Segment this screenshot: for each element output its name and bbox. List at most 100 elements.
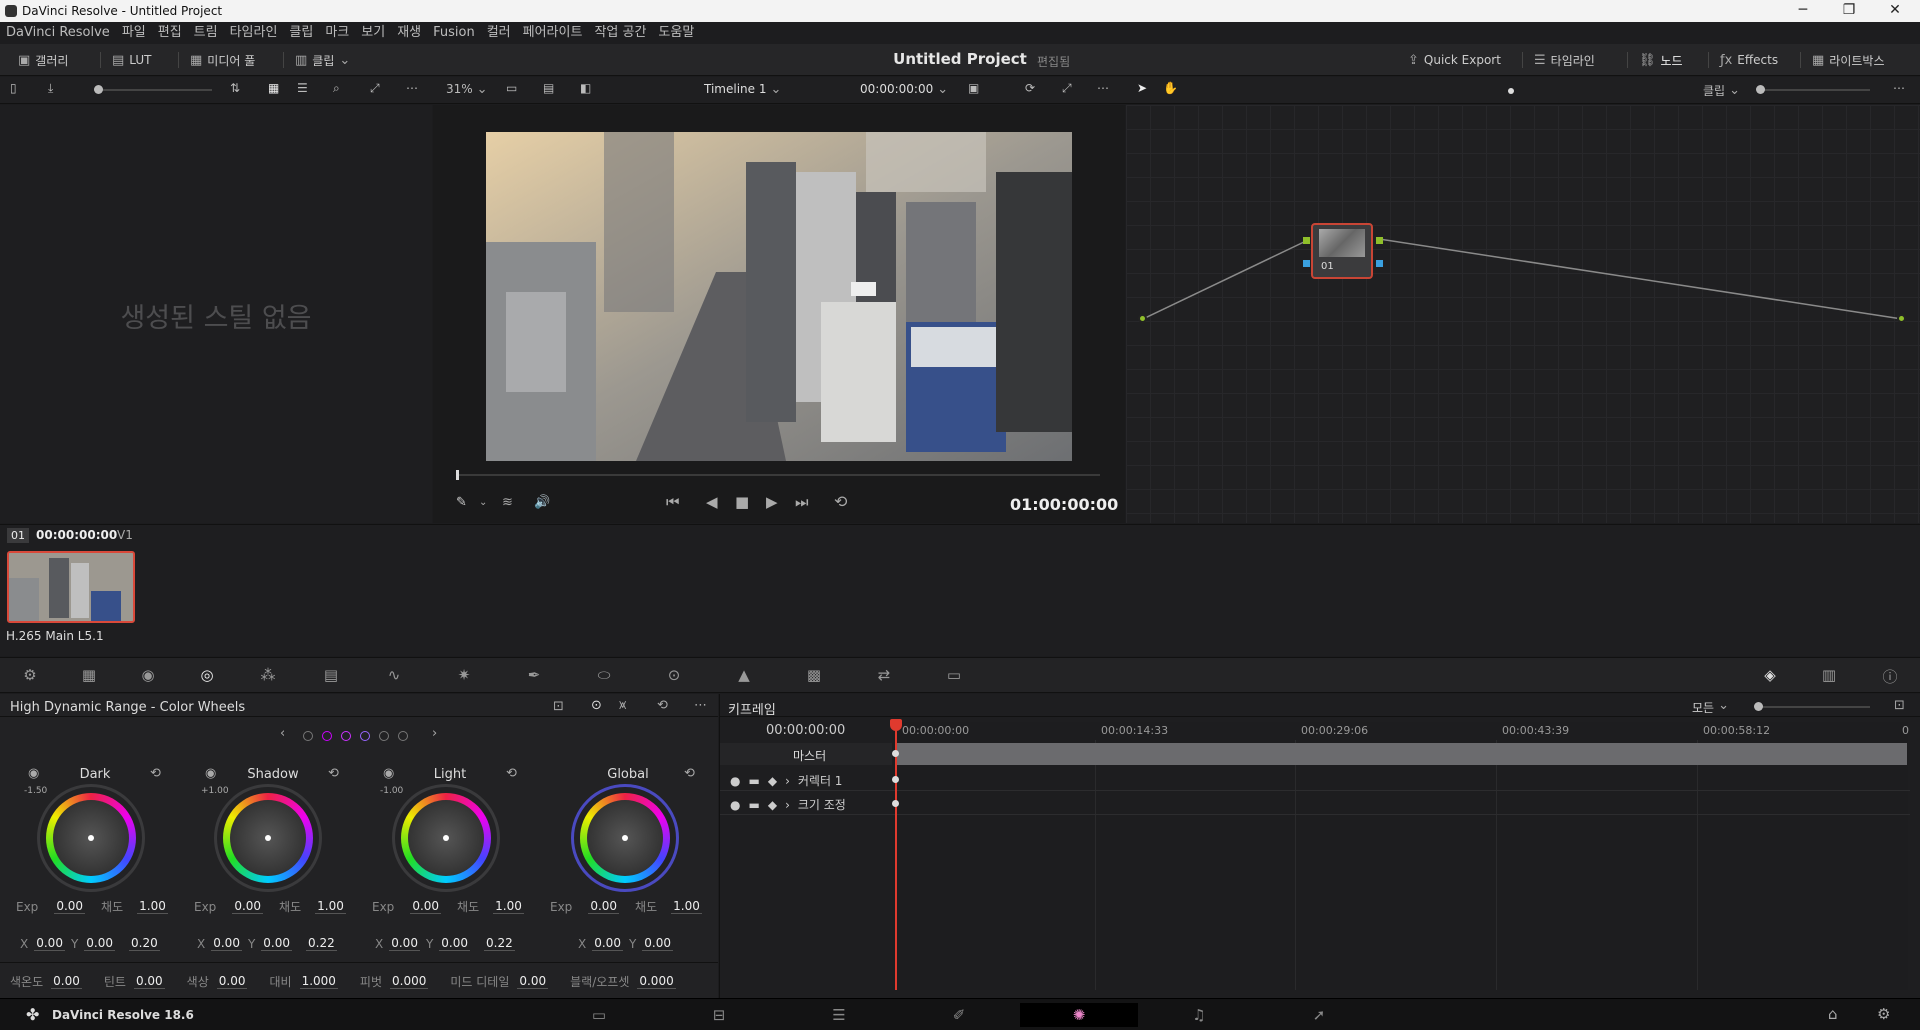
timeline-dropdown[interactable]: Timeline 1 ⌄ — [704, 82, 781, 96]
clip-thumbnail[interactable] — [7, 551, 135, 623]
color-match-icon[interactable]: ▦ — [76, 666, 102, 686]
shadow-y-value[interactable]: 0.00 — [261, 936, 293, 951]
dark-x-value[interactable]: 0.00 — [34, 936, 65, 951]
menu-item-davinci[interactable]: DaVinci Resolve — [0, 22, 116, 43]
loop-icon[interactable]: ⟲ — [834, 494, 847, 510]
visibility-dot-icon[interactable]: ● — [730, 774, 740, 788]
menu-item-timeline[interactable]: 타임라인 — [224, 22, 284, 43]
shadow-x-value[interactable]: 0.00 — [211, 936, 242, 951]
menu-item-fusion[interactable]: Fusion — [427, 22, 481, 43]
restore-icon[interactable]: ❐ — [1826, 0, 1872, 22]
reset-icon[interactable]: ⟲ — [684, 767, 695, 780]
light-range-value[interactable]: 0.22 — [484, 936, 515, 951]
camera-raw-icon[interactable]: ⚙ — [17, 666, 43, 686]
node-key-output[interactable] — [1376, 260, 1383, 267]
shadow-exp-value[interactable]: 0.00 — [232, 899, 264, 914]
menu-item-clip[interactable]: 클립 — [283, 22, 319, 43]
curves-icon[interactable]: ∿ — [381, 666, 407, 686]
keyframe-diamond-icon[interactable]: ◆ — [768, 774, 777, 788]
zone-dot[interactable] — [360, 731, 370, 741]
list-view-icon[interactable]: ☰ — [297, 82, 308, 94]
blur-icon[interactable]: ▩ — [801, 666, 827, 686]
display-icon[interactable]: ▣ — [968, 82, 979, 94]
thumbnail-size-slider[interactable] — [94, 89, 212, 91]
menu-item-workspace[interactable]: 작업 공간 — [588, 22, 652, 43]
dark-exp-value[interactable]: 0.00 — [54, 899, 86, 914]
reset-icon[interactable]: ⟲ — [506, 767, 517, 780]
more-icon[interactable]: ⋯ — [1097, 82, 1109, 94]
keyframe-playhead-handle[interactable] — [890, 719, 902, 731]
mid-detail-value[interactable]: 0.00 — [517, 974, 549, 989]
timecode-dropdown[interactable]: 00:00:00:00 ⌄ — [860, 82, 948, 96]
skip-end-icon[interactable]: ⏭ — [795, 495, 809, 510]
scopes-icon[interactable]: ▥ — [1816, 666, 1842, 686]
reverse-play-icon[interactable]: ◀ — [706, 495, 718, 510]
keyframe-row-corrector[interactable]: ● ▬ ◆ › 커렉터 1 — [730, 772, 842, 789]
zoom-dropdown[interactable]: 31% ⌄ — [446, 82, 488, 96]
color-page-icon[interactable]: ✺ — [1020, 1003, 1138, 1027]
shadow-range-value[interactable]: 0.22 — [306, 936, 337, 951]
zone-dot[interactable] — [303, 731, 313, 741]
quick-export-button[interactable]: ⇪ Quick Export — [1408, 50, 1501, 70]
menu-item-edit[interactable]: 편집 — [152, 22, 188, 43]
node-zoom-slider[interactable] — [1760, 89, 1870, 91]
tint-value[interactable]: 0.00 — [133, 974, 165, 989]
rgb-mixer-icon[interactable]: ⁂ — [255, 666, 281, 686]
deliver-page-icon[interactable]: ➚ — [1260, 1003, 1378, 1027]
qualifier-icon[interactable]: ✒ — [521, 666, 547, 686]
more-icon[interactable]: ⋯ — [694, 699, 707, 712]
source-input-port[interactable] — [1138, 314, 1147, 323]
effects-button[interactable]: ƒx Effects — [1720, 50, 1778, 70]
color-wheel-global[interactable] — [580, 793, 670, 883]
sizing-3d-icon[interactable]: ▭ — [941, 666, 967, 686]
window-icon[interactable]: ⬭ — [591, 666, 617, 686]
media-page-icon[interactable]: ▭ — [540, 1003, 658, 1027]
tracker-icon[interactable]: ⊙ — [661, 666, 687, 686]
pivot-value[interactable]: 0.000 — [390, 974, 429, 989]
close-icon[interactable]: ✕ — [1872, 0, 1918, 22]
keyframe-row-sizing[interactable]: ● ▬ ◆ › 크기 조정 — [730, 796, 846, 813]
global-y-value[interactable]: 0.00 — [642, 936, 674, 951]
fusion-page-icon[interactable]: ✐ — [900, 1003, 1018, 1027]
expand-arrow-icon[interactable]: › — [785, 798, 790, 812]
hand-icon[interactable]: ✋ — [1163, 82, 1178, 94]
search-icon[interactable]: ⌕ — [333, 82, 340, 94]
hue-value[interactable]: 0.00 — [216, 974, 248, 989]
reset-icon[interactable]: ⟲ — [150, 767, 161, 780]
zone-dot[interactable] — [398, 731, 408, 741]
menu-item-mark[interactable]: 마크 — [319, 22, 355, 43]
magic-mask-icon[interactable]: ▲ — [731, 666, 757, 686]
temp-value[interactable]: 0.00 — [51, 974, 82, 989]
skip-start-icon[interactable]: ⏮ — [666, 495, 680, 510]
zone-picker-icon[interactable]: ◉ — [383, 767, 394, 780]
panel-toggle-icon[interactable]: ▯ — [10, 82, 17, 94]
more-icon[interactable]: ⋯ — [406, 82, 418, 94]
info-icon[interactable]: ⓘ — [1877, 666, 1903, 686]
viewer-playhead[interactable] — [456, 470, 459, 480]
next-zones-icon[interactable]: › — [432, 727, 437, 740]
node-rgb-output[interactable] — [1376, 237, 1383, 244]
menu-item-view[interactable]: 보기 — [355, 22, 391, 43]
global-x-value[interactable]: 0.00 — [592, 936, 623, 951]
panel-expand-icon[interactable]: ⊡ — [1894, 699, 1905, 712]
slider-handle[interactable] — [1754, 702, 1763, 711]
global-exp-value[interactable]: 0.00 — [588, 899, 620, 914]
slider-handle[interactable] — [94, 85, 103, 94]
slider-handle[interactable] — [1756, 85, 1765, 94]
contrast-value[interactable]: 1.000 — [299, 974, 338, 989]
nodes-button[interactable]: ⛓ 노드 — [1639, 50, 1683, 70]
split-view-icon[interactable]: ▭ — [506, 82, 517, 94]
minimize-icon[interactable]: ─ — [1780, 0, 1826, 22]
keyframe-diamond-icon[interactable]: ◆ — [768, 798, 777, 812]
reset-icon[interactable]: ⟲ — [657, 699, 668, 712]
node-key-input[interactable] — [1303, 260, 1310, 267]
corrector-node[interactable]: 01 — [1311, 223, 1373, 279]
menu-item-help[interactable]: 도움말 — [652, 22, 700, 43]
chevron-down-icon[interactable]: ⌄ — [479, 498, 487, 508]
layers-icon[interactable]: ≋ — [502, 496, 513, 509]
zone-selector[interactable] — [303, 731, 408, 741]
node-mode-dropdown[interactable]: 클립 ⌄ — [1703, 82, 1740, 99]
color-wheel-light[interactable] — [401, 793, 491, 883]
grid-view-icon[interactable]: ▦ — [268, 82, 279, 94]
cut-page-icon[interactable]: ⊟ — [660, 1003, 778, 1027]
